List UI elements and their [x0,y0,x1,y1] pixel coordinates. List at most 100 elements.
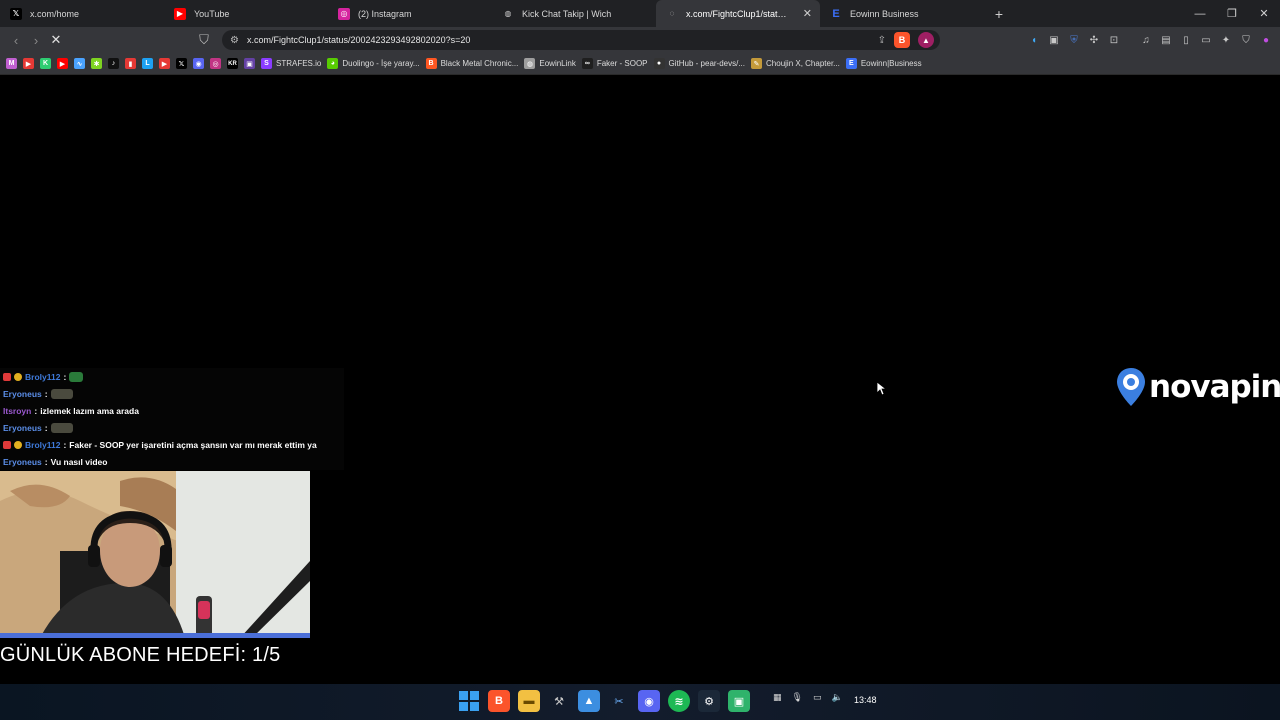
chat-message: Eryoneus : [3,419,73,436]
shield-extension-icon[interactable]: ⛨ [1066,30,1082,50]
site-info-icon[interactable]: ⚙ [230,35,239,46]
bookmark-choujin[interactable]: ✎ Choujin X, Chapter... [751,58,840,69]
bookmark-app-13[interactable]: ◎ [210,58,221,69]
bookmark-favicon-icon: ▶ [23,58,34,69]
bookmark-app-14[interactable]: KR [227,58,238,69]
bookmark-faker-soop[interactable]: ∞ Faker - SOOP [581,58,648,69]
share-icon[interactable]: ⇪ [878,35,886,46]
close-window-icon[interactable]: ✕ [1248,0,1280,27]
clock[interactable]: 13:48 [854,695,877,705]
leo-ai-icon[interactable]: ✦ [1218,30,1234,50]
system-tray: ▦ 🎙 ▭ 🔈 [773,692,843,703]
spotify-icon[interactable]: ≋ [668,690,690,712]
subscriber-badge-icon [14,440,22,449]
globe-icon: ◍ [524,58,536,69]
tool-app-icon[interactable]: ⚒ [548,690,570,712]
screenshot-extension-icon[interactable]: ▣ [1046,30,1062,50]
bookmark-eowinn-business[interactable]: E Eowinn|Business [845,58,922,69]
chat-message: Eryoneus : [3,385,73,402]
subscriber-badge-icon [14,372,22,381]
bookmark-duolingo[interactable]: ◕ Duolingo - İşe yaray... [327,58,420,69]
logo-text: novapin [1149,369,1280,405]
broadcaster-badge-icon [3,440,11,449]
chat-text: izlemek lazım ama arada [40,405,139,416]
brave-rewards-icon[interactable]: ▲ [918,32,934,48]
tab-youtube[interactable]: ▶ YouTube [164,0,328,27]
widgets-icon[interactable]: ▦ [773,692,782,703]
chat-emote-icon [50,422,73,433]
chat-username: Broly112 [25,439,61,450]
bookmark-black-metal[interactable]: B Black Metal Chronic... [425,58,519,69]
bookmark-app-1[interactable]: M [6,58,17,69]
bookmark-app-4[interactable]: ▶ [57,58,68,69]
bookmark-favicon-icon: ▮ [125,58,136,69]
stop-loading-button[interactable]: ✕ [46,30,66,50]
audio-extension-icon[interactable]: ◖ [1026,30,1042,50]
steam-icon[interactable]: ⚙ [698,690,720,712]
address-bar[interactable]: ⚙ x.com/FightcClup1/status/2002423293492… [222,30,940,50]
chat-message: Itsroyn : izlemek lazım ama arada [3,402,139,419]
bookmark-app-15[interactable]: ▣ [244,58,255,69]
bookmark-app-6[interactable]: ✱ [91,58,102,69]
webcam-feed [0,471,310,638]
sidebar-icon[interactable]: ▯ [1178,30,1194,50]
game-app-icon[interactable]: ▣ [728,690,750,712]
restore-icon[interactable]: ❐ [1216,0,1248,27]
bookmark-label: Eowinn|Business [860,59,922,68]
back-button[interactable]: ‹ [6,30,26,50]
new-tab-button[interactable]: + [984,0,1014,27]
discord-icon[interactable]: ◉ [638,690,660,712]
bookmark-app-9[interactable]: L [142,58,153,69]
wallet-icon[interactable]: ▭ [1198,30,1214,50]
microphone-icon[interactable]: 🎙 [792,692,803,703]
extensions-area: ◖ ▣ ⛨ ✣ ⊡ ♫ ▤ ▯ ▭ ✦ ⛉ ● ☰ [1026,30,1280,50]
bookmark-label: STRAFES.io [276,59,322,68]
bookmark-app-5[interactable]: ∿ [74,58,85,69]
music-icon[interactable]: ♫ [1138,30,1154,50]
reader-icon[interactable]: ▤ [1158,30,1174,50]
bookmark-app-10[interactable]: ▶ [159,58,170,69]
tab-instagram[interactable]: ◎ (2) Instagram [328,0,492,27]
bookmark-app-11[interactable]: 𝕏 [176,58,187,69]
bookmark-app-2[interactable]: ▶ [23,58,34,69]
bookmark-label: Black Metal Chronic... [440,59,519,68]
vpn-icon[interactable]: ⛉ [1238,30,1254,50]
tab-search-icon[interactable]: ⊡ [1106,30,1122,50]
tab-title: (2) Instagram [358,8,412,19]
brave-browser-icon[interactable]: B [488,690,510,712]
network-icon[interactable]: ▭ [813,692,822,703]
tab-kick-chat[interactable]: ◍ Kick Chat Takip | Wich [492,0,656,27]
browser-toolbar: ‹ › ✕ ⛉ ⚙ x.com/FightcClup1/status/20024… [0,27,1280,53]
snipping-tool-icon[interactable]: ✂ [608,690,630,712]
bookmark-icon[interactable]: ⛉ [194,30,214,50]
tab-x-home[interactable]: 𝕏 x.com/home [0,0,164,27]
chat-text: Faker - SOOP yer işaretini açma şansın v… [69,439,317,450]
duolingo-icon: ◕ [327,58,339,69]
bookmark-github[interactable]: ● GitHub - pear-devs/... [653,58,745,69]
brave-shields-icon[interactable]: B [894,32,910,48]
volume-icon[interactable]: 🔈 [831,692,842,703]
bookmark-app-8[interactable]: ▮ [125,58,136,69]
minimize-icon[interactable]: — [1184,0,1216,27]
file-explorer-icon[interactable]: ▬ [518,690,540,712]
forward-button[interactable]: › [26,30,46,50]
eowinn-icon: E [845,58,857,69]
bookmark-app-7[interactable]: ♪ [108,58,119,69]
chat-emote-icon [50,388,73,399]
close-icon[interactable]: ✕ [803,7,812,20]
bookmark-app-12[interactable]: ◉ [193,58,204,69]
photo-app-icon[interactable]: ▲ [578,690,600,712]
windows-start-icon[interactable] [458,690,480,712]
tab-fightclub-status[interactable]: ◌ x.com/FightcClup1/status/2002… ✕ [656,0,820,27]
loading-icon: ◌ [669,9,675,18]
url-text[interactable]: x.com/FightcClup1/status/200242329349280… [247,35,870,45]
chat-text: Vu nasıl video [50,456,108,467]
profile-icon[interactable]: ● [1258,30,1274,50]
blogger-icon: B [425,58,437,69]
puzzle-extensions-icon[interactable]: ✣ [1086,30,1102,50]
bookmark-strafes[interactable]: S STRAFES.io [261,58,321,69]
bookmark-app-3[interactable]: K [40,58,51,69]
subscriber-goal-text: GÜNLÜK ABONE HEDEFİ: 1/5 [0,644,281,666]
bookmark-eowinlink[interactable]: ◍ EowinLink [524,58,576,69]
tab-eowinn-business[interactable]: E Eowinn Business [820,0,984,27]
